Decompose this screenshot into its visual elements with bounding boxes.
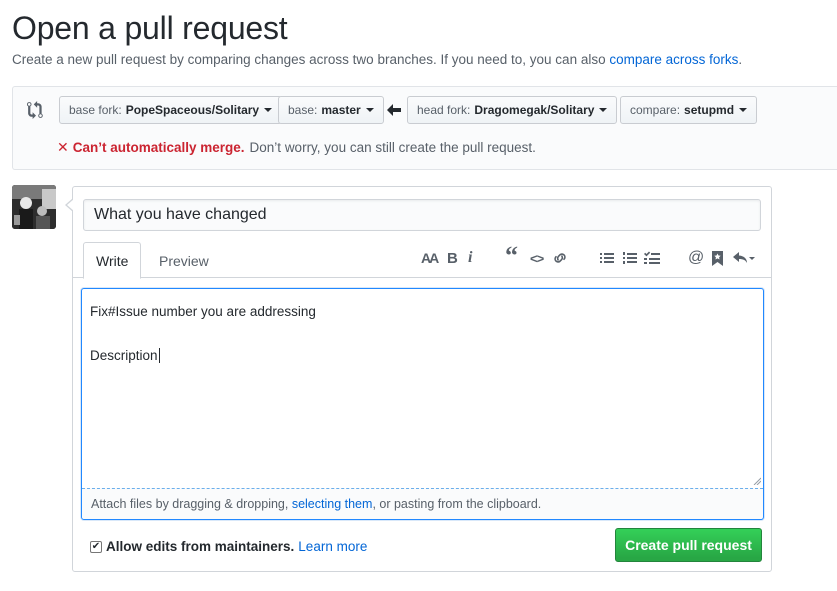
subtitle-text: Create a new pull request by comparing c… [12,52,610,67]
head-fork-select[interactable]: head fork: Dragomegak/Solitary [407,96,618,124]
mention-icon[interactable]: @ [688,249,704,267]
avatar-image [12,185,56,229]
pull-request-body-editor[interactable]: Fix#Issue number you are addressing Descr… [81,288,764,520]
tab-preview[interactable]: Preview [147,242,221,279]
page-subtitle: Create a new pull request by comparing c… [12,52,742,67]
compare-across-forks-link[interactable]: compare across forks [609,52,738,67]
select-files-link[interactable]: selecting them [292,497,373,511]
base-branch-label: base: [288,103,318,117]
compare-branch-label: compare: [630,103,681,117]
base-branch-value: master [321,103,361,117]
drop-zone-suffix: , or pasting from the clipboard. [372,497,542,511]
merge-status: ✕ Can’t automatically merge. Don’t worry… [57,139,536,156]
base-fork-label: base fork: [69,103,122,117]
text-cursor [158,348,160,363]
code-icon[interactable]: <> [530,249,544,267]
allow-maintainer-edits: ✔ Allow edits from maintainers. Learn mo… [90,539,367,554]
x-icon: ✕ [57,139,69,155]
page-title: Open a pull request [12,10,288,46]
compare-branch-value: setupmd [684,103,735,117]
pull-request-composer: Write Preview AA B i “ <> @ Fix#Issue nu… [65,186,772,572]
head-fork-value: Dragomegak/Solitary [474,103,595,117]
task-list-icon[interactable] [644,249,660,267]
merge-status-note: Don’t worry, you can still create the pu… [249,140,536,155]
chevron-down-icon [739,108,748,112]
allow-edits-label[interactable]: Allow edits from maintainers. [106,539,294,554]
body-line-issue: Fix#Issue number you are addressing [90,304,316,319]
body-description-text: Description [90,348,158,363]
link-icon[interactable] [552,249,568,267]
head-fork-label: head fork: [417,103,471,117]
chevron-down-icon [365,108,374,112]
base-branch-select[interactable]: base: master [278,96,384,124]
base-fork-value: PopeSpaceous/Solitary [125,103,260,117]
bold-icon[interactable]: B [447,249,458,267]
avatar[interactable] [12,185,56,229]
bullet-list-icon[interactable] [600,249,614,267]
pull-request-body-textarea[interactable]: Fix#Issue number you are addressing Descr… [82,289,763,488]
create-pull-request-button[interactable]: Create pull request [615,528,762,562]
git-compare-icon [27,101,43,119]
drop-zone-text: Attach files by dragging & dropping, [91,497,292,511]
base-fork-select[interactable]: base fork: PopeSpaceous/Solitary [59,96,283,124]
pull-request-title-input[interactable] [83,199,761,231]
tab-write[interactable]: Write [83,242,142,279]
merge-status-error: Can’t automatically merge. [72,140,245,155]
body-line-blank [90,323,755,345]
file-drop-zone[interactable]: Attach files by dragging & dropping, sel… [82,488,763,519]
reply-icon[interactable] [733,249,755,267]
arrow-left-icon [387,104,401,116]
learn-more-link[interactable]: Learn more [298,539,367,554]
reference-icon[interactable] [712,249,723,267]
chevron-down-icon [599,108,608,112]
body-line-description: Description [90,345,755,367]
subtitle-suffix: . [738,52,743,67]
header-icon[interactable]: AA [421,249,439,267]
quote-icon[interactable]: “ [505,241,518,270]
chevron-down-icon [264,108,273,112]
compare-branch-select[interactable]: compare: setupmd [620,96,758,124]
branch-range-panel: base fork: PopeSpaceous/Solitary base: mas… [12,86,837,170]
allow-edits-checkbox[interactable]: ✔ [90,540,102,553]
italic-icon[interactable]: i [468,249,472,267]
resize-handle-icon[interactable] [753,477,761,485]
numbered-list-icon[interactable] [623,249,637,267]
